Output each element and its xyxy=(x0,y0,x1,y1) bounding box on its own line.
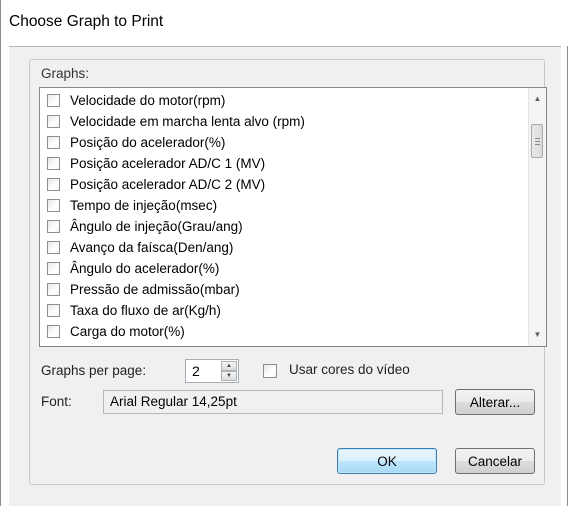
list-item[interactable]: Posição acelerador AD/C 1 (MV) xyxy=(40,153,520,174)
grip-line xyxy=(535,138,540,139)
graph-checkbox[interactable] xyxy=(47,262,60,275)
list-item[interactable]: Ângulo do acelerador(%) xyxy=(40,258,520,279)
vertical-scrollbar[interactable]: ▲ ▼ xyxy=(528,88,546,346)
graphs-per-page-stepper[interactable]: 2 ▲ ▼ xyxy=(185,359,239,383)
font-label: Font: xyxy=(41,394,72,409)
graphs-per-page-value[interactable]: 2 xyxy=(192,363,200,379)
list-item[interactable]: Velocidade do motor(rpm) xyxy=(40,90,520,111)
graph-checkbox[interactable] xyxy=(47,94,60,107)
graph-label: Carga do motor(%) xyxy=(70,324,185,339)
stepper-buttons: ▲ ▼ xyxy=(221,361,237,381)
graphs-list[interactable]: Velocidade do motor(rpm) Velocidade em m… xyxy=(39,87,547,347)
graph-checkbox[interactable] xyxy=(47,178,60,191)
stepper-up-icon[interactable]: ▲ xyxy=(221,361,237,371)
dialog-title: Choose Graph to Print xyxy=(9,13,164,30)
graph-checkbox[interactable] xyxy=(47,136,60,149)
graphs-per-page-label: Graphs per page: xyxy=(41,363,147,378)
graph-checkbox[interactable] xyxy=(47,220,60,233)
grip-line xyxy=(535,144,540,145)
graph-label: Posição do acelerador(%) xyxy=(70,135,226,150)
ok-button[interactable]: OK xyxy=(337,448,437,474)
list-item[interactable]: Carga do motor(%) xyxy=(40,321,520,342)
scrollbar-thumb[interactable] xyxy=(531,124,543,158)
scroll-up-arrow-icon[interactable]: ▲ xyxy=(529,90,546,107)
list-item[interactable]: Velocidade em marcha lenta alvo (rpm) xyxy=(40,111,520,132)
graph-checkbox[interactable] xyxy=(47,199,60,212)
graphs-label: Graphs: xyxy=(41,66,90,81)
graph-checkbox[interactable] xyxy=(47,157,60,170)
graph-label: Posição acelerador AD/C 1 (MV) xyxy=(70,156,266,171)
graph-label: Avanço da faísca(Den/ang) xyxy=(70,240,234,255)
list-item[interactable]: Taxa do fluxo de ar(Kg/h) xyxy=(40,300,520,321)
grip-line xyxy=(535,141,540,142)
graph-label: Tempo de injeção(msec) xyxy=(70,198,218,213)
graph-label: Pressão de admissão(mbar) xyxy=(70,282,240,297)
list-item[interactable]: Pressão de admissão(mbar) xyxy=(40,279,520,300)
graph-label: Taxa do fluxo de ar(Kg/h) xyxy=(70,303,221,318)
graph-label: Velocidade em marcha lenta alvo (rpm) xyxy=(70,114,305,129)
list-item[interactable]: Tempo de injeção(msec) xyxy=(40,195,520,216)
use-video-colors-checkbox[interactable] xyxy=(263,364,277,378)
dialog-body: Graphs: Velocidade do motor(rpm) Velocid… xyxy=(9,46,561,506)
scroll-down-arrow-icon[interactable]: ▼ xyxy=(529,326,546,343)
use-video-colors-label[interactable]: Usar cores do vídeo xyxy=(289,362,410,377)
print-graph-dialog: Choose Graph to Print Graphs: Velocidade… xyxy=(0,0,569,506)
change-font-button[interactable]: Alterar... xyxy=(455,389,535,415)
graph-checkbox[interactable] xyxy=(47,304,60,317)
list-item[interactable]: Ângulo de injeção(Grau/ang) xyxy=(40,216,520,237)
cancel-button[interactable]: Cancelar xyxy=(455,448,535,474)
font-display: Arial Regular 14,25pt xyxy=(103,390,443,414)
font-value: Arial Regular 14,25pt xyxy=(110,394,237,409)
stepper-down-icon[interactable]: ▼ xyxy=(221,371,237,381)
graph-label: Ângulo do acelerador(%) xyxy=(70,261,220,276)
graph-checkbox[interactable] xyxy=(47,325,60,338)
graph-label: Ângulo de injeção(Grau/ang) xyxy=(70,219,243,234)
graph-label: Posição acelerador AD/C 2 (MV) xyxy=(70,177,266,192)
list-item[interactable]: Posição do acelerador(%) xyxy=(40,132,520,153)
graph-checkbox[interactable] xyxy=(47,115,60,128)
graph-label: Velocidade do motor(rpm) xyxy=(70,93,226,108)
graph-checkbox[interactable] xyxy=(47,241,60,254)
list-item[interactable]: Avanço da faísca(Den/ang) xyxy=(40,237,520,258)
title-bar: Choose Graph to Print xyxy=(1,0,569,46)
list-item[interactable]: Posição acelerador AD/C 2 (MV) xyxy=(40,174,520,195)
graph-checkbox[interactable] xyxy=(47,283,60,296)
